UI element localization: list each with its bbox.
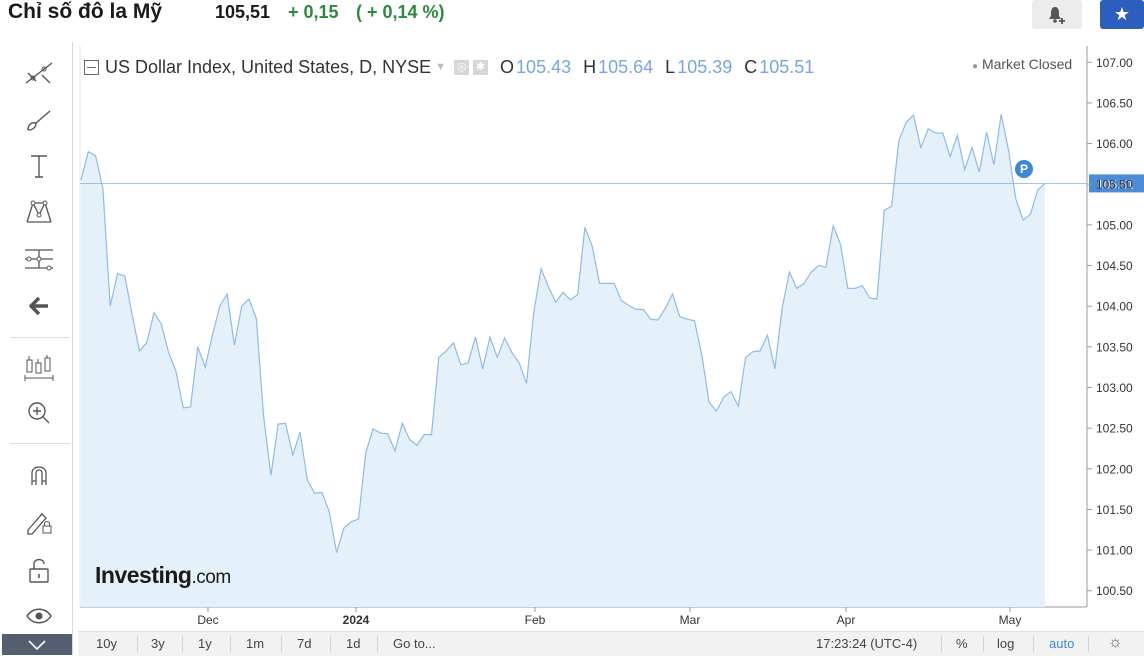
close-value: 105.51 (759, 57, 814, 78)
y-tick-label: 103.00 (1096, 381, 1133, 395)
range-3y-button[interactable]: 3y (151, 636, 165, 651)
settings-icon[interactable]: ◎ (454, 60, 469, 75)
price-area-fill (81, 114, 1045, 607)
bottom-divider (230, 636, 231, 652)
x-tick-label: Dec (197, 613, 218, 627)
x-tick-label: Apr (837, 613, 856, 627)
percent-toggle[interactable]: % (956, 636, 968, 651)
y-tick-label: 106.50 (1096, 96, 1133, 110)
y-tick-label: 104.50 (1096, 259, 1133, 273)
y-tick-label: 106.00 (1096, 137, 1133, 151)
x-tick-label: 2024 (343, 613, 370, 627)
bottom-divider (1088, 636, 1089, 652)
time-axis[interactable]: Dec 2024 Feb Mar Apr May (80, 607, 1087, 627)
low-key: L (665, 57, 675, 78)
bottom-divider (983, 636, 984, 652)
bottom-toolbar: 10y 3y 1y 1m 7d 1d Go to... 17:23:24 (UT… (78, 631, 1144, 656)
market-status-text: Market Closed (982, 56, 1072, 72)
gear-icon[interactable]: ☼ (1108, 634, 1123, 652)
close-key: C (744, 57, 757, 78)
clock-display[interactable]: 17:23:24 (UTC-4) (816, 636, 917, 651)
y-tick-label: 105.50 (1096, 178, 1133, 192)
auto-toggle[interactable]: auto (1049, 636, 1074, 651)
price-chart[interactable]: 105.51 100.50 101.00 101.50 102.00 102.50 103.… (0, 0, 1144, 655)
range-1d-button[interactable]: 1d (346, 636, 360, 651)
collapse-legend-icon[interactable] (84, 60, 99, 75)
y-tick-label: 102.00 (1096, 462, 1133, 476)
bottom-divider (941, 636, 942, 652)
y-tick-label: 105.00 (1096, 218, 1133, 232)
logo-brand: Investing (95, 562, 191, 588)
x-tick-label: May (999, 613, 1022, 627)
logo-suffix: .com (191, 567, 230, 588)
y-tick-label: 100.50 (1096, 584, 1133, 598)
price-axis[interactable]: 105.51100.50101.00101.50102.00102.50103.… (1087, 46, 1144, 607)
range-7d-button[interactable]: 7d (297, 636, 311, 651)
x-tick-label: Mar (680, 613, 701, 627)
bottom-divider (281, 636, 282, 652)
y-tick-label: 107.00 (1096, 56, 1133, 70)
bottom-divider (377, 636, 378, 652)
price-badge[interactable]: P (1015, 160, 1033, 178)
log-toggle[interactable]: log (997, 636, 1014, 651)
y-tick-label: 102.50 (1096, 422, 1133, 436)
range-10y-button[interactable]: 10y (96, 636, 117, 651)
status-dot-icon: ● (972, 61, 978, 72)
bottom-divider (1033, 636, 1034, 652)
y-tick-label: 101.00 (1096, 544, 1133, 558)
range-1y-button[interactable]: 1y (198, 636, 212, 651)
symbol-name[interactable]: US Dollar Index, United States, D, NYSE (105, 57, 431, 78)
market-status: ● Market Closed (972, 56, 1072, 72)
gear-legend-icon[interactable]: ✱ (473, 60, 488, 75)
high-key: H (583, 57, 596, 78)
y-tick-label: 101.50 (1096, 503, 1133, 517)
symbol-dropdown-icon[interactable]: ▼ (435, 61, 446, 73)
low-value: 105.39 (677, 57, 732, 78)
bottom-divider (182, 636, 183, 652)
bottom-divider (330, 636, 331, 652)
goto-button[interactable]: Go to... (393, 636, 436, 651)
chart-legend: US Dollar Index, United States, D, NYSE … (84, 56, 814, 78)
high-value: 105.64 (598, 57, 653, 78)
plot-area (80, 46, 1087, 607)
open-value: 105.43 (516, 57, 571, 78)
y-tick-label: 103.50 (1096, 340, 1133, 354)
y-tick-label: 104.00 (1096, 300, 1133, 314)
open-key: O (500, 57, 514, 78)
range-1m-button[interactable]: 1m (246, 636, 264, 651)
bottom-divider (137, 636, 138, 652)
investing-logo: Investing.com (95, 562, 231, 589)
x-tick-label: Feb (525, 613, 546, 627)
